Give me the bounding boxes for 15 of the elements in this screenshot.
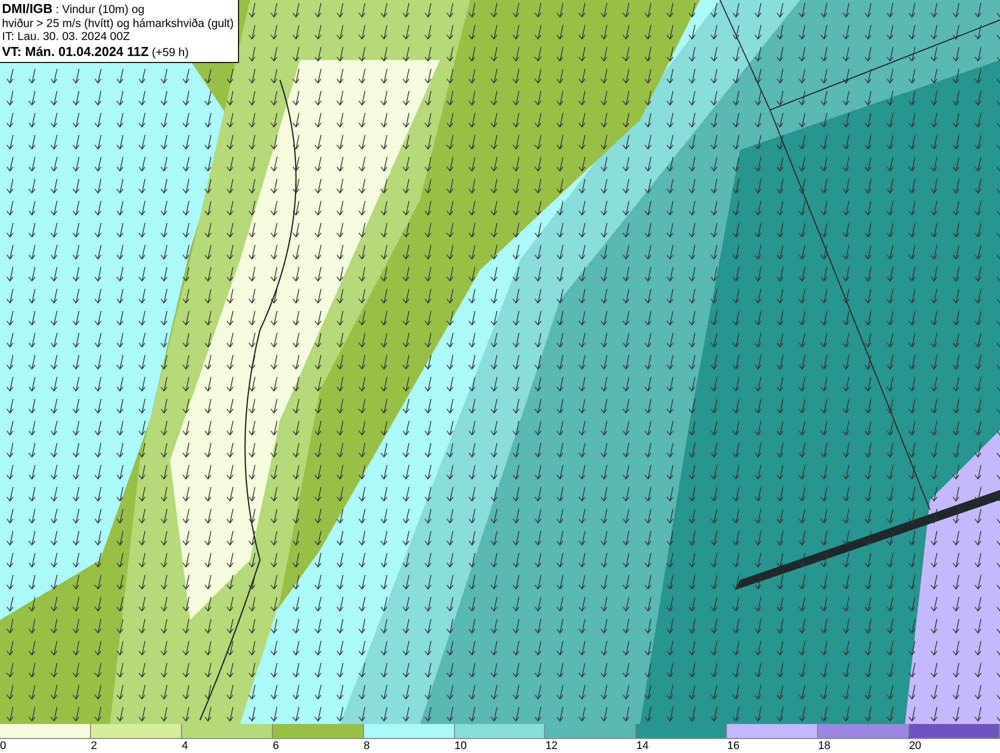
legend-tick-label: 2 bbox=[90, 740, 98, 752]
legend-tick-label: 18 bbox=[818, 740, 830, 752]
legend-tick-label: 4 bbox=[182, 740, 188, 752]
legend-tick-label: 16 bbox=[727, 740, 740, 752]
title-line: VT: Mán. 01.04.2024 11Z (+59 h) bbox=[2, 44, 190, 60]
legend-tick-label: 0 bbox=[0, 740, 6, 752]
title-line: hviður > 25 m/s (hvítt) og hámarkshviða (gult) bbox=[2, 18, 234, 31]
title-line: DMI/IGB : Vindur (10m) og bbox=[2, 2, 146, 18]
legend-tick-label: 10 bbox=[454, 740, 467, 752]
legend-tick-label: 8 bbox=[364, 740, 370, 752]
legend-tick-label: 14 bbox=[636, 740, 649, 752]
legend-tick-label: 20 bbox=[909, 740, 922, 752]
legend-tick-label: 6 bbox=[272, 740, 279, 752]
legend-tick-label: 12 bbox=[545, 740, 558, 752]
title-line: IT: Lau. 30. 03. 2024 00Z bbox=[2, 31, 131, 44]
